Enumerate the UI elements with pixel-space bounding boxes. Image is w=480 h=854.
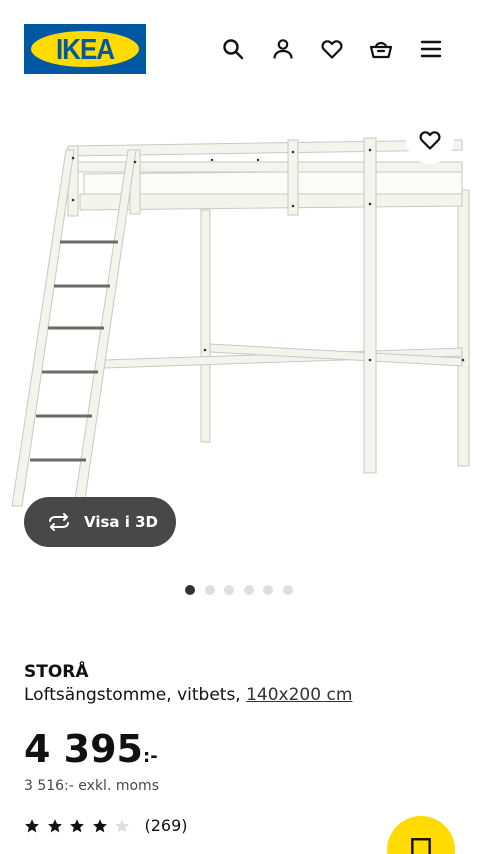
pagination-dot[interactable] <box>282 585 293 595</box>
pagination-dot[interactable] <box>224 585 235 595</box>
account-button[interactable] <box>266 32 300 66</box>
rotate-3d-icon <box>49 513 69 531</box>
add-to-favourites-button[interactable] <box>406 116 454 164</box>
star-full-icon <box>92 818 107 832</box>
search-button[interactable] <box>216 32 250 66</box>
view-in-3d-button[interactable]: Visa i 3D <box>24 497 176 547</box>
menu-button[interactable] <box>414 32 448 66</box>
basket-button[interactable] <box>364 32 398 66</box>
header: IKEA <box>0 0 480 100</box>
pagination-dot[interactable] <box>204 585 215 595</box>
star-full-icon <box>70 818 84 832</box>
pagination-dot[interactable] <box>243 585 254 595</box>
price-main: 4 395 <box>24 727 143 771</box>
price-ex-vat: 3 516:- exkl. moms <box>24 778 159 794</box>
add-to-cart-button[interactable] <box>387 816 455 854</box>
menu-icon <box>420 40 442 58</box>
user-icon <box>273 39 293 59</box>
logo-oval: IKEA <box>31 31 139 67</box>
logo-text: IKEA <box>55 31 115 65</box>
search-icon <box>223 39 244 60</box>
image-pagination <box>185 585 303 595</box>
product-price: 4 395 :- <box>24 726 158 772</box>
product-size-link[interactable]: 140x200 cm <box>246 685 352 705</box>
basket-icon <box>369 41 393 59</box>
pagination-dot[interactable] <box>185 585 195 595</box>
star-full-icon <box>47 818 62 832</box>
rating-count: (269) <box>144 816 188 835</box>
star-empty-icon <box>115 818 129 832</box>
view-in-3d-label: Visa i 3D <box>84 513 159 531</box>
favourites-button[interactable] <box>315 32 349 66</box>
ikea-logo[interactable]: IKEA <box>24 24 146 74</box>
heart-icon <box>419 131 441 150</box>
product-type: Loftsängstomme, vitbets, <box>24 685 247 705</box>
product-rating[interactable]: (269) <box>24 816 188 835</box>
product-name: STORÅ <box>24 662 89 682</box>
pagination-dot[interactable] <box>263 585 274 595</box>
product-description: Loftsängstomme, vitbets, 140x200 cm <box>24 685 352 705</box>
heart-icon <box>321 40 343 59</box>
cart-icon <box>411 838 431 854</box>
price-suffix: :- <box>143 746 158 767</box>
star-full-icon <box>25 818 39 832</box>
